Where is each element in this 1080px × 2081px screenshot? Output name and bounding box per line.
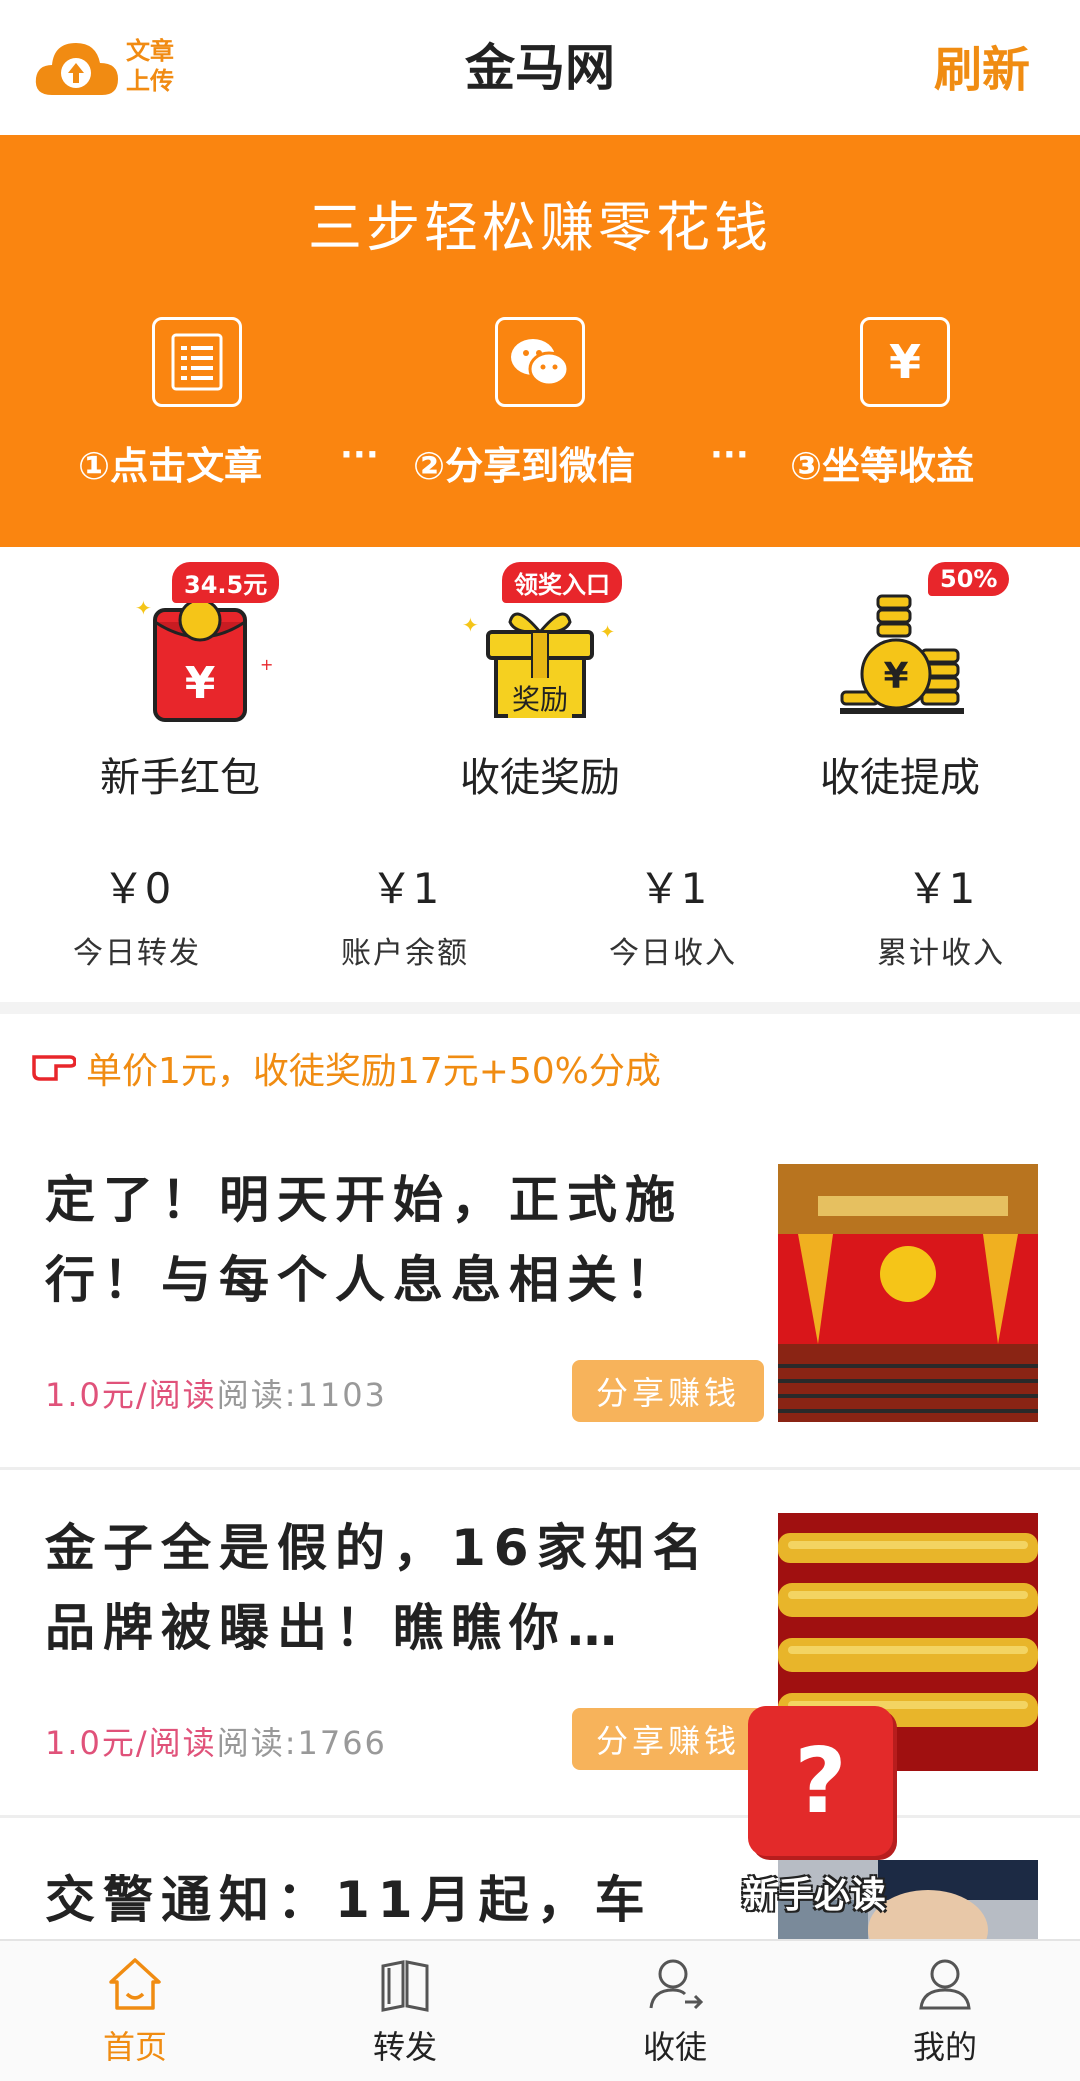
reward-entry-badge: 领奖入口 — [502, 562, 622, 603]
stat-label: 账户余额 — [341, 936, 469, 971]
stat-label: 累计收入 — [877, 936, 1005, 971]
newbie-guide-label[interactable]: 新手必读 — [742, 1866, 886, 1918]
promo-line: 单价1元，收徒奖励17元+50%分成 — [30, 1042, 661, 1094]
user-icon — [915, 1954, 975, 2014]
stat-total-income: ￥1 累计收入 — [806, 855, 1076, 972]
article-item[interactable]: 定了！明天开始，正式施行！与每个人息息相关！ 1.0元/阅读阅读:1103 分享… — [0, 1160, 1080, 1508]
wechat-icon — [495, 317, 585, 407]
article-title[interactable]: 交警通知：11月起，车 — [45, 1860, 745, 1939]
page-title: 金马网 — [465, 39, 615, 97]
article-meta: 1.0元/阅读阅读:1103 — [45, 1370, 387, 1416]
svg-text:+: + — [260, 655, 273, 674]
section-divider — [0, 1002, 1080, 1014]
article-title[interactable]: 定了！明天开始，正式施行！与每个人息息相关！ — [45, 1160, 745, 1320]
feature-label: 新手红包 — [100, 755, 260, 801]
svg-text:✦: ✦ — [600, 622, 615, 643]
stat-value: ￥0 — [102, 864, 172, 913]
svg-text:¥: ¥ — [185, 658, 216, 709]
steps-banner: 三步轻松赚零花钱 ¥ ①点击文章 ··· ②分享到微信 ··· ③坐等收益 — [0, 135, 1080, 547]
banner-title: 三步轻松赚零花钱 — [308, 196, 772, 259]
stat-value: ￥1 — [906, 864, 976, 913]
stat-value: ￥1 — [638, 864, 708, 913]
gift-box-text: 奖励 — [508, 678, 573, 718]
newbie-red-envelope[interactable]: ✦ + ¥ 34.5元 新手红包 — [30, 560, 330, 801]
stat-today-forward: ￥0 今日转发 — [2, 855, 272, 972]
nav-label: 首页 — [102, 2028, 167, 2066]
article-price: 1.0元/阅读 — [45, 1376, 217, 1414]
article-item[interactable]: 交警通知：11月起，车 — [0, 1860, 1080, 1939]
apprentice-commission[interactable]: ¥ 50% 收徒提成 — [750, 560, 1050, 801]
stat-label: 今日转发 — [73, 936, 201, 971]
svg-text:✦: ✦ — [135, 596, 152, 620]
share-earn-button[interactable]: 分享赚钱 — [572, 1708, 764, 1770]
stat-today-income: ￥1 今日收入 — [538, 855, 808, 972]
row-separator — [0, 1815, 1080, 1818]
top-bar: 文章 上传 金马网 刷新 — [0, 0, 1080, 135]
step-2-label: ②分享到微信 — [413, 444, 636, 488]
nav-mine[interactable]: 我的 — [810, 1941, 1080, 2081]
article-meta: 1.0元/阅读阅读:1766 — [45, 1718, 387, 1764]
promo-text: 单价1元，收徒奖励17元+50%分成 — [86, 1051, 661, 1092]
red-envelope-icon: ✦ + ¥ — [125, 590, 275, 734]
pointing-hand-icon — [30, 1049, 77, 1087]
add-user-icon — [645, 1954, 705, 2014]
nav-label: 转发 — [372, 2028, 437, 2066]
commission-badge: 50% — [928, 562, 1010, 596]
refresh-button[interactable]: 刷新 — [934, 30, 1030, 100]
red-envelope-badge: 34.5元 — [172, 562, 280, 603]
feature-label: 收徒提成 — [820, 755, 980, 801]
step-1-label: ①点击文章 — [78, 444, 263, 488]
nav-home[interactable]: 首页 — [0, 1941, 270, 2081]
article-item[interactable]: 金子全是假的，16家知名品牌被曝出！瞧瞧你… 1.0元/阅读阅读:1766 分享… — [0, 1508, 1080, 1856]
stat-account-balance: ￥1 账户余额 — [270, 855, 540, 972]
question-mark-icon: ? — [794, 1728, 847, 1834]
article-reads: 阅读:1103 — [216, 1376, 387, 1414]
row-separator — [0, 1467, 1080, 1470]
feature-label: 收徒奖励 — [460, 755, 620, 801]
nav-label: 收徒 — [642, 2028, 707, 2066]
svg-text:¥: ¥ — [883, 656, 908, 697]
bottom-nav: 首页 转发 收徒 我的 — [0, 1939, 1080, 2081]
step-separator: ··· — [340, 435, 379, 475]
article-thumbnail[interactable] — [778, 1164, 1038, 1422]
step-separator: ··· — [710, 435, 749, 475]
yen-icon: ¥ — [860, 317, 950, 407]
nav-apprentice[interactable]: 收徒 — [540, 1941, 810, 2081]
svg-text:✦: ✦ — [462, 613, 479, 637]
nav-forward[interactable]: 转发 — [270, 1941, 540, 2081]
apprentice-reward[interactable]: ✦ ✦ 奖励 领奖入口 收徒奖励 — [390, 560, 690, 801]
nav-label: 我的 — [912, 2028, 977, 2066]
document-icon — [152, 317, 242, 407]
article-reads: 阅读:1766 — [216, 1724, 387, 1762]
home-icon — [105, 1954, 165, 2014]
step-3-label: ③坐等收益 — [790, 444, 975, 488]
stat-value: ￥1 — [370, 864, 440, 913]
newbie-guide-button[interactable]: ? — [748, 1706, 893, 1856]
coin-stack-icon: ¥ — [838, 590, 968, 729]
book-icon — [375, 1954, 435, 2014]
article-price: 1.0元/阅读 — [45, 1724, 217, 1762]
stat-label: 今日收入 — [609, 936, 737, 971]
share-earn-button[interactable]: 分享赚钱 — [572, 1360, 764, 1422]
article-title[interactable]: 金子全是假的，16家知名品牌被曝出！瞧瞧你… — [45, 1508, 745, 1668]
